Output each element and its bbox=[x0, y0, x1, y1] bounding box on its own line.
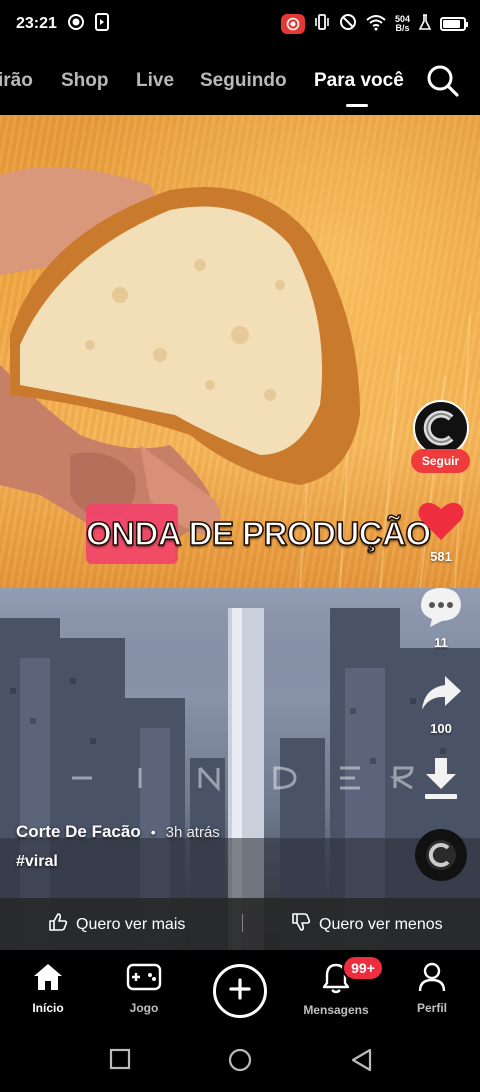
thumbs-up-icon bbox=[48, 912, 68, 937]
follow-button[interactable]: Seguir bbox=[411, 449, 470, 473]
feedback-bar: Quero ver mais Quero ver menos bbox=[0, 898, 480, 950]
record-indicator-icon bbox=[67, 13, 85, 36]
want-more-label: Quero ver mais bbox=[76, 915, 186, 933]
home-circle-icon[interactable] bbox=[228, 1048, 252, 1077]
nav-game-label: Jogo bbox=[129, 1001, 159, 1015]
active-tab-indicator bbox=[346, 104, 368, 107]
video-frame-bread: ONDA DE PRODUÇÃO bbox=[0, 115, 480, 588]
like-count: 581 bbox=[430, 549, 452, 564]
screen-recording-icon bbox=[280, 14, 305, 34]
post-time: 3h atrás bbox=[165, 823, 220, 841]
tab-irao[interactable]: irão bbox=[0, 70, 33, 92]
download-button[interactable] bbox=[410, 756, 472, 807]
comment-count: 11 bbox=[434, 635, 448, 650]
author-line: Corte De Facão • 3h atrás bbox=[16, 822, 220, 842]
video-frame-city bbox=[0, 588, 480, 950]
feedback-divider bbox=[242, 914, 243, 932]
network-speed: 504 B/s bbox=[394, 14, 410, 33]
nav-home[interactable]: Início bbox=[8, 962, 88, 1015]
clock: 23:21 bbox=[16, 15, 57, 32]
nav-home-label: Início bbox=[32, 1001, 64, 1015]
separator-dot: • bbox=[150, 824, 156, 840]
bottom-nav: Início Jogo Mensagens 99+ Perfil bbox=[0, 950, 480, 1028]
back-triangle-icon[interactable] bbox=[350, 1048, 372, 1077]
messages-badge: 99+ bbox=[342, 955, 384, 981]
home-icon bbox=[32, 962, 64, 997]
nav-profile-label: Perfil bbox=[416, 1001, 447, 1015]
ruined-city-image bbox=[0, 588, 480, 950]
system-nav-bar bbox=[0, 1028, 480, 1092]
download-icon bbox=[421, 756, 461, 807]
tab-live[interactable]: Live bbox=[136, 70, 174, 92]
top-tab-bar: irão Shop Live Seguindo Para você bbox=[0, 56, 480, 110]
profile-icon bbox=[418, 962, 446, 997]
tab-para-voce[interactable]: Para você bbox=[314, 70, 404, 92]
comment-button[interactable]: 11 bbox=[410, 586, 472, 650]
nav-profile[interactable]: Perfil bbox=[392, 962, 472, 1015]
do-not-disturb-icon bbox=[339, 13, 357, 36]
gamepad-icon bbox=[126, 962, 162, 997]
caption-text: ONDA DE PRODUÇÃO bbox=[85, 514, 432, 553]
thumbs-down-icon bbox=[291, 912, 311, 937]
share-button[interactable]: 100 bbox=[410, 672, 472, 736]
vibrate-icon bbox=[313, 13, 331, 36]
author-name[interactable]: Corte De Facão bbox=[16, 822, 141, 842]
music-disc[interactable] bbox=[415, 829, 467, 881]
heart-icon bbox=[417, 500, 465, 547]
screen-cast-icon bbox=[94, 12, 109, 36]
want-more-button[interactable]: Quero ver mais bbox=[48, 912, 185, 937]
hashtag[interactable]: #viral bbox=[16, 853, 58, 871]
nav-game[interactable]: Jogo bbox=[104, 962, 184, 1015]
video-caption: ONDA DE PRODUÇÃO bbox=[85, 502, 432, 566]
plus-icon bbox=[228, 977, 252, 1006]
recents-icon[interactable] bbox=[109, 1048, 131, 1075]
lab-flask-icon bbox=[418, 13, 432, 36]
battery-level bbox=[443, 20, 460, 28]
want-less-button[interactable]: Quero ver menos bbox=[291, 912, 443, 937]
nav-messages-label: Mensagens bbox=[303, 1003, 369, 1017]
want-less-label: Quero ver menos bbox=[319, 915, 443, 933]
create-post-button[interactable] bbox=[213, 964, 267, 1018]
tab-shop[interactable]: Shop bbox=[61, 70, 109, 92]
wifi-icon bbox=[365, 13, 387, 36]
comment-icon bbox=[418, 586, 464, 633]
creator-avatar[interactable] bbox=[413, 400, 469, 456]
share-count: 100 bbox=[430, 721, 452, 736]
status-bar: 23:21 504 B/s bbox=[0, 0, 480, 48]
like-button[interactable]: 581 bbox=[410, 500, 472, 564]
battery-icon bbox=[440, 17, 468, 31]
share-arrow-icon bbox=[419, 672, 463, 719]
video-player[interactable]: ONDA DE PRODUÇÃO Corte De Facão • 3h atr… bbox=[0, 115, 480, 950]
search-icon[interactable] bbox=[426, 64, 460, 98]
tab-seguindo[interactable]: Seguindo bbox=[200, 70, 287, 92]
